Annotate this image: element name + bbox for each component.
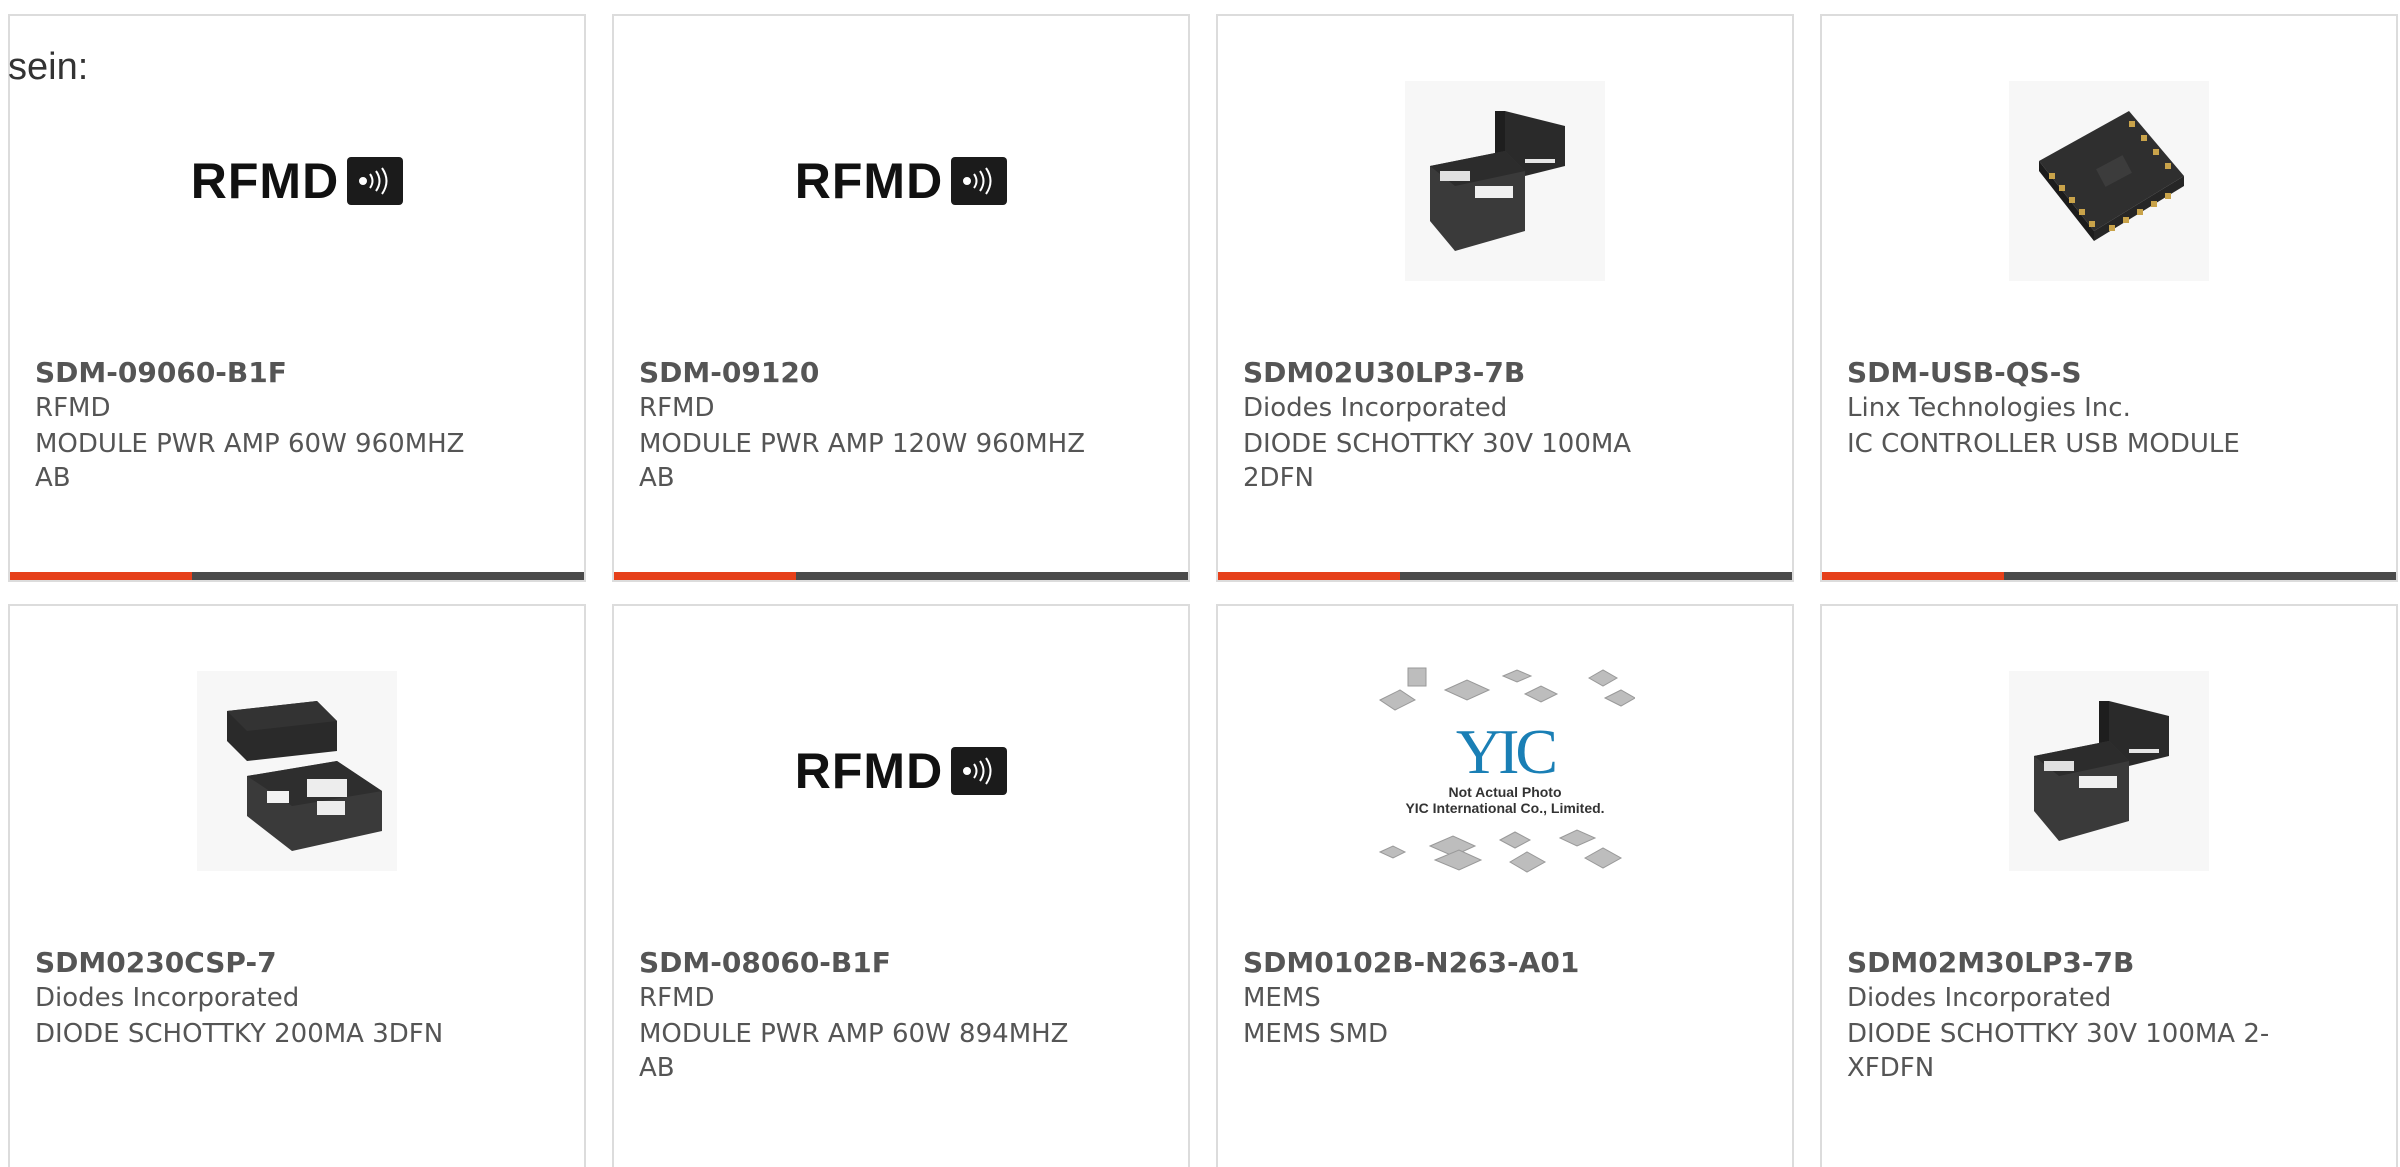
- part-number[interactable]: SDM-08060-B1F: [639, 946, 891, 979]
- description: MODULE PWR AMP 60W 960MHZ AB: [35, 429, 465, 493]
- yic-placeholder: YIC Not Actual Photo YIC International C…: [1365, 664, 1645, 878]
- manufacturer: RFMD: [639, 983, 715, 1013]
- product-image[interactable]: RFMD: [614, 661, 1188, 881]
- not-actual-photo-caption: Not Actual Photo: [1448, 784, 1562, 800]
- chip-cluster-icon: [1378, 829, 1623, 873]
- manufacturer: Diodes Incorporated: [1243, 393, 1508, 423]
- card-bottom-bar: [10, 572, 584, 580]
- part-number[interactable]: SDM02M30LP3-7B: [1847, 946, 2134, 979]
- card-bottom-bar: [1218, 572, 1792, 580]
- product-card[interactable]: RFMD SDM-09120 RFMD MODULE PWR AMP 120W …: [612, 14, 1190, 582]
- description: MEMS SMD: [1243, 1019, 1389, 1049]
- manufacturer: RFMD: [639, 393, 715, 423]
- product-image[interactable]: [10, 661, 584, 881]
- product-image[interactable]: [1218, 71, 1792, 291]
- rfmd-logo: RFMD: [795, 742, 1008, 800]
- rfmd-logo: RFMD: [795, 152, 1008, 210]
- product-card[interactable]: SDM02M30LP3-7B Diodes Incorporated DIODE…: [1820, 604, 2398, 1167]
- product-image[interactable]: RFMD: [10, 71, 584, 291]
- description: MODULE PWR AMP 120W 960MHZ AB: [639, 429, 1086, 493]
- description: IC CONTROLLER USB MODULE: [1847, 429, 2240, 459]
- product-card[interactable]: SDM-USB-QS-S Linx Technologies Inc. IC C…: [1820, 14, 2398, 582]
- yic-company-caption: YIC International Co., Limited.: [1405, 800, 1605, 816]
- card-bottom-bar: [614, 572, 1188, 580]
- signal-icon: [347, 157, 404, 205]
- dfn-package-photo: [197, 671, 397, 871]
- card-bottom-bar: [1822, 572, 2396, 580]
- description: DIODE SCHOTTKY 30V 100MA 2DFN: [1243, 429, 1632, 493]
- manufacturer: RFMD: [35, 393, 111, 423]
- product-card[interactable]: YIC Not Actual Photo YIC International C…: [1216, 604, 1794, 1167]
- manufacturer: Linx Technologies Inc.: [1847, 393, 2131, 423]
- part-number[interactable]: SDM-09120: [639, 356, 819, 389]
- manufacturer: Diodes Incorporated: [35, 983, 300, 1013]
- intro-text: sein:: [8, 46, 89, 88]
- product-grid-page: sein: RFMD SDM-09060-B1F RFMD MODULE PWR…: [0, 0, 2400, 1167]
- chip-cluster-icon: [1379, 667, 1635, 711]
- dfn-package-photo: [2009, 671, 2209, 871]
- part-number[interactable]: SDM0230CSP-7: [35, 946, 277, 979]
- signal-icon: [951, 747, 1008, 795]
- product-image[interactable]: [1822, 661, 2396, 881]
- part-number[interactable]: SDM0102B-N263-A01: [1243, 946, 1579, 979]
- product-card[interactable]: SDM0230CSP-7 Diodes Incorporated DIODE S…: [8, 604, 586, 1167]
- product-card[interactable]: RFMD SDM-09060-B1F RFMD MODULE PWR AMP 6…: [8, 14, 586, 582]
- product-grid: RFMD SDM-09060-B1F RFMD MODULE PWR AMP 6…: [8, 14, 2400, 1167]
- product-image[interactable]: YIC Not Actual Photo YIC International C…: [1218, 661, 1792, 881]
- product-card[interactable]: SDM02U30LP3-7B Diodes Incorporated DIODE…: [1216, 14, 1794, 582]
- manufacturer: MEMS: [1243, 983, 1321, 1013]
- part-number[interactable]: SDM02U30LP3-7B: [1243, 356, 1525, 389]
- product-image[interactable]: RFMD: [614, 71, 1188, 291]
- description: MODULE PWR AMP 60W 894MHZ AB: [639, 1019, 1069, 1083]
- yic-logo: YIC: [1455, 716, 1558, 787]
- description: DIODE SCHOTTKY 30V 100MA 2-XFDFN: [1847, 1019, 2270, 1083]
- description: DIODE SCHOTTKY 200MA 3DFN: [35, 1019, 444, 1049]
- signal-icon: [951, 157, 1008, 205]
- rfmd-logo: RFMD: [191, 152, 404, 210]
- manufacturer: Diodes Incorporated: [1847, 983, 2112, 1013]
- product-image[interactable]: [1822, 71, 2396, 291]
- part-number[interactable]: SDM-09060-B1F: [35, 356, 287, 389]
- product-card[interactable]: RFMD SDM-08060-B1F RFMD MODULE PWR AMP 6…: [612, 604, 1190, 1167]
- dfn-package-photo: [1405, 81, 1605, 281]
- part-number[interactable]: SDM-USB-QS-S: [1847, 356, 2082, 389]
- module-photo: [2009, 81, 2209, 281]
